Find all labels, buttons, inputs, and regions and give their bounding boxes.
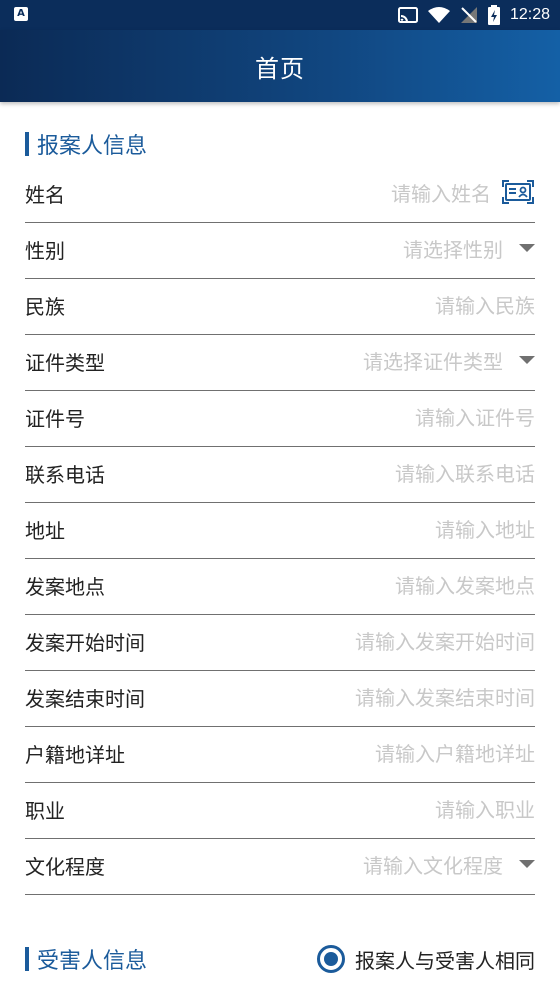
field-ethnicity[interactable]: 民族 请输入民族 — [25, 279, 535, 335]
field-label: 户籍地详址 — [25, 743, 125, 767]
field-incident-start-time[interactable]: 发案开始时间 请输入发案开始时间 — [25, 615, 535, 671]
field-id-number[interactable]: 证件号 请输入证件号 — [25, 391, 535, 447]
field-occupation[interactable]: 职业 请输入职业 — [25, 783, 535, 839]
radio-label[interactable]: 报案人与受害人相同 — [355, 945, 535, 974]
section-accent-bar — [25, 132, 29, 156]
page-title: 首页 — [255, 54, 305, 83]
field-label: 民族 — [25, 295, 65, 319]
occupation-input[interactable]: 请输入职业 — [435, 794, 535, 823]
field-incident-location[interactable]: 发案地点 请输入发案地点 — [25, 559, 535, 615]
incident-end-time-input[interactable]: 请输入发案结束时间 — [355, 682, 535, 711]
address-input[interactable]: 请输入地址 — [435, 514, 535, 543]
field-label: 职业 — [25, 799, 65, 823]
field-label: 证件号 — [25, 407, 85, 431]
no-signal-icon — [460, 7, 477, 23]
field-label: 地址 — [25, 519, 65, 543]
field-incident-end-time[interactable]: 发案结束时间 请输入发案结束时间 — [25, 671, 535, 727]
ethnicity-input[interactable]: 请输入民族 — [435, 290, 535, 319]
incident-start-time-input[interactable]: 请输入发案开始时间 — [355, 626, 535, 655]
caret-down-icon[interactable] — [519, 244, 535, 252]
id-number-input[interactable]: 请输入证件号 — [415, 402, 535, 431]
name-input[interactable]: 请输入姓名 — [391, 178, 491, 207]
radio-selected-dot — [324, 952, 338, 966]
caret-down-icon[interactable] — [519, 356, 535, 364]
household-address-input[interactable]: 请输入户籍地详址 — [375, 738, 535, 767]
field-name[interactable]: 姓名 请输入姓名 — [25, 167, 535, 223]
education-select[interactable]: 请输入文化程度 — [363, 850, 503, 879]
field-label: 文化程度 — [25, 855, 105, 879]
incident-location-input[interactable]: 请输入发案地点 — [395, 570, 535, 599]
field-label: 性别 — [25, 239, 65, 263]
reporter-section-title: 报案人信息 — [25, 130, 148, 159]
phone-input[interactable]: 请输入联系电话 — [395, 458, 535, 487]
status-bar: A 12:28 — [0, 0, 560, 30]
field-label: 姓名 — [25, 183, 65, 207]
field-label: 发案结束时间 — [25, 687, 145, 711]
field-phone[interactable]: 联系电话 请输入联系电话 — [25, 447, 535, 503]
field-address[interactable]: 地址 请输入地址 — [25, 503, 535, 559]
field-id-type[interactable]: 证件类型 请选择证件类型 — [25, 335, 535, 391]
field-label: 发案开始时间 — [25, 631, 145, 655]
section-accent-bar — [25, 947, 29, 971]
field-education[interactable]: 文化程度 请输入文化程度 — [25, 839, 535, 895]
victim-section-title: 受害人信息 — [25, 945, 148, 974]
app-bar: 首页 — [0, 30, 560, 102]
victim-section-label: 受害人信息 — [37, 949, 148, 974]
id-card-scan-icon[interactable] — [501, 179, 535, 205]
gender-select[interactable]: 请选择性别 — [403, 234, 503, 263]
field-label: 联系电话 — [25, 463, 105, 487]
status-time: 12:28 — [509, 6, 550, 23]
battery-charging-icon — [487, 5, 500, 25]
reporter-section-label: 报案人信息 — [37, 134, 148, 159]
field-gender[interactable]: 性别 请选择性别 — [25, 223, 535, 279]
id-type-select[interactable]: 请选择证件类型 — [363, 346, 503, 375]
cast-icon — [397, 7, 418, 23]
same-as-reporter-radio[interactable]: 报案人与受害人相同 — [317, 942, 535, 976]
radio-button[interactable] — [317, 945, 345, 973]
caret-down-icon[interactable] — [519, 860, 535, 868]
notification-app-icon: A — [14, 7, 28, 21]
status-icons: 12:28 — [397, 0, 550, 30]
wifi-icon — [427, 7, 450, 23]
field-household-address[interactable]: 户籍地详址 请输入户籍地详址 — [25, 727, 535, 783]
field-label: 发案地点 — [25, 575, 105, 599]
field-label: 证件类型 — [25, 351, 105, 375]
